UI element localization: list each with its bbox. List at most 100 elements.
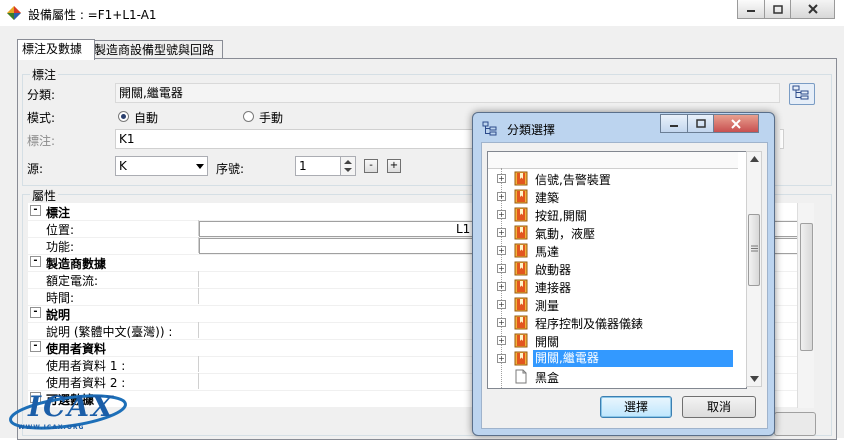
- mode-manual-label: 手動: [259, 111, 284, 125]
- collapse-icon[interactable]: -: [30, 307, 41, 318]
- tree-item-label: 連接器: [535, 281, 572, 295]
- grip-icon: [751, 245, 758, 252]
- window-title: 設備屬性 : =F1+L1-A1: [28, 8, 157, 22]
- expand-plus-icon[interactable]: +: [497, 174, 506, 183]
- book-folder-icon: [514, 189, 528, 204]
- book-folder-icon: [514, 243, 528, 258]
- minimize-icon: [670, 124, 678, 127]
- tab-manufacturer-model[interactable]: 製造商設備型號與回路: [89, 40, 223, 59]
- tree-item[interactable]: + 馬達: [488, 242, 746, 260]
- scroll-thumb[interactable]: [800, 223, 813, 351]
- tree-item-label: 氣動，液壓: [535, 227, 596, 241]
- category-selection-dialog: 分類選擇 + 信號,告警裝置 + 建築 + 按鈕,開關 + 氣動，液壓 + 馬達 + 啟動器 + 連接器 +…: [472, 112, 775, 436]
- tree-item[interactable]: + 開關,繼電器: [488, 350, 746, 368]
- tree-item-label: 測量: [535, 299, 560, 313]
- dialog-title: 分類選擇: [507, 123, 556, 137]
- category-field[interactable]: 開關,繼電器: [115, 83, 780, 103]
- book-folder-icon: [514, 171, 528, 186]
- tree-item-label: 馬達: [535, 245, 560, 259]
- tree-view-icon: [482, 121, 497, 136]
- collapse-icon[interactable]: -: [30, 205, 41, 216]
- maximize-icon: [772, 4, 783, 14]
- collapse-icon[interactable]: -: [30, 256, 41, 267]
- annotation-group-title: 標注: [30, 66, 59, 83]
- spinner-arrows-icon: [344, 160, 352, 172]
- collapse-icon[interactable]: -: [30, 341, 41, 352]
- tree-item[interactable]: + 連接器: [488, 278, 746, 296]
- expand-plus-icon[interactable]: +: [497, 264, 506, 273]
- expand-plus-icon[interactable]: +: [497, 300, 506, 309]
- expand-plus-icon[interactable]: +: [497, 210, 506, 219]
- expand-plus-icon[interactable]: +: [497, 282, 506, 291]
- expand-plus-icon[interactable]: +: [497, 336, 506, 345]
- expand-plus-icon[interactable]: +: [497, 228, 506, 237]
- tree-item-label: 程序控制及儀器儀錶: [535, 317, 644, 331]
- select-button[interactable]: 選擇: [600, 396, 672, 418]
- main-ok-button-partial[interactable]: [774, 412, 816, 436]
- tree-item-label: 黑盒: [535, 371, 560, 385]
- scroll-up-icon[interactable]: [750, 156, 759, 162]
- icax-watermark: ICAX WWW.ICAX.ORG: [6, 386, 134, 436]
- dialog-body: + 信號,告警裝置 + 建築 + 按鈕,開關 + 氣動，液壓 + 馬達 + 啟動器 + 連接器 + 測量 + 程序…: [481, 142, 768, 429]
- category-tree[interactable]: + 信號,告警裝置 + 建築 + 按鈕,開關 + 氣動，液壓 + 馬達 + 啟動器 + 連接器 + 測量 + 程序…: [487, 151, 747, 389]
- tree-scrollbar[interactable]: [746, 151, 762, 387]
- tree-item[interactable]: + 開關: [488, 332, 746, 350]
- tree-item-label: 啟動器: [535, 263, 572, 277]
- close-icon: [731, 118, 741, 129]
- source-value: K: [119, 159, 127, 173]
- tree-item[interactable]: + 啟動器: [488, 260, 746, 278]
- tree-item[interactable]: + 測量: [488, 296, 746, 314]
- tree-item-label: 按鈕,開關: [535, 209, 587, 223]
- app-logo-icon: [7, 6, 21, 20]
- category-browse-button[interactable]: [789, 83, 815, 105]
- dialog-close-button[interactable]: [713, 114, 759, 133]
- seq-increment-button[interactable]: +: [387, 159, 401, 173]
- maximize-button[interactable]: [764, 0, 791, 19]
- close-icon: [807, 4, 818, 14]
- tab-annotation-data[interactable]: 標注及數據: [17, 39, 95, 60]
- seq-decrement-button[interactable]: -: [364, 159, 378, 173]
- dialog-minimize-button[interactable]: [660, 114, 688, 133]
- minimize-button[interactable]: [737, 0, 765, 19]
- tree-item[interactable]: + 信號,告警裝置: [488, 170, 746, 188]
- property-grid-scrollbar[interactable]: [797, 203, 814, 408]
- mode-manual-radio[interactable]: [243, 111, 254, 122]
- mode-auto-radio[interactable]: [118, 111, 129, 122]
- tree-item-label: 建築: [535, 191, 560, 205]
- minimize-icon: [747, 10, 755, 12]
- book-folder-icon: [514, 297, 528, 312]
- tree-item-label: 開關,繼電器: [533, 350, 733, 367]
- tag-field[interactable]: K1: [115, 129, 485, 149]
- tag-label: 標注:: [27, 134, 56, 148]
- close-button[interactable]: [790, 0, 835, 19]
- expand-plus-icon[interactable]: +: [497, 318, 506, 327]
- expand-plus-icon[interactable]: +: [497, 192, 506, 201]
- seq-spinner[interactable]: [340, 156, 356, 176]
- cancel-button[interactable]: 取消: [682, 396, 756, 418]
- tree-item[interactable]: + 按鈕,開關: [488, 206, 746, 224]
- tree-scrolled-item-partial: [488, 152, 738, 169]
- scroll-down-icon[interactable]: [750, 376, 759, 382]
- properties-group-title: 屬性: [30, 187, 59, 204]
- document-icon: [515, 369, 527, 384]
- dialog-maximize-button[interactable]: [687, 114, 714, 133]
- watermark-text: ICAX: [28, 390, 115, 423]
- tree-scroll-thumb[interactable]: [748, 214, 760, 286]
- book-folder-icon: [514, 225, 528, 240]
- source-dropdown[interactable]: K: [115, 156, 208, 176]
- tree-item[interactable]: 黑盒: [488, 368, 746, 386]
- expand-plus-icon[interactable]: +: [497, 246, 506, 255]
- tree-view-icon: [792, 85, 809, 100]
- chevron-down-icon: [196, 164, 204, 169]
- book-folder-icon: [514, 207, 528, 222]
- mode-auto-label: 自動: [134, 111, 159, 125]
- book-folder-icon: [514, 333, 528, 348]
- maximize-icon: [695, 119, 706, 128]
- title-bar[interactable]: 設備屬性 : =F1+L1-A1: [0, 0, 844, 26]
- tree-item[interactable]: + 建築: [488, 188, 746, 206]
- seq-field[interactable]: 1: [295, 156, 341, 176]
- tree-item[interactable]: + 程序控制及儀器儀錶: [488, 314, 746, 332]
- tree-item-label: 信號,告警裝置: [535, 173, 611, 187]
- tree-item[interactable]: + 氣動，液壓: [488, 224, 746, 242]
- expand-plus-icon[interactable]: +: [497, 354, 506, 363]
